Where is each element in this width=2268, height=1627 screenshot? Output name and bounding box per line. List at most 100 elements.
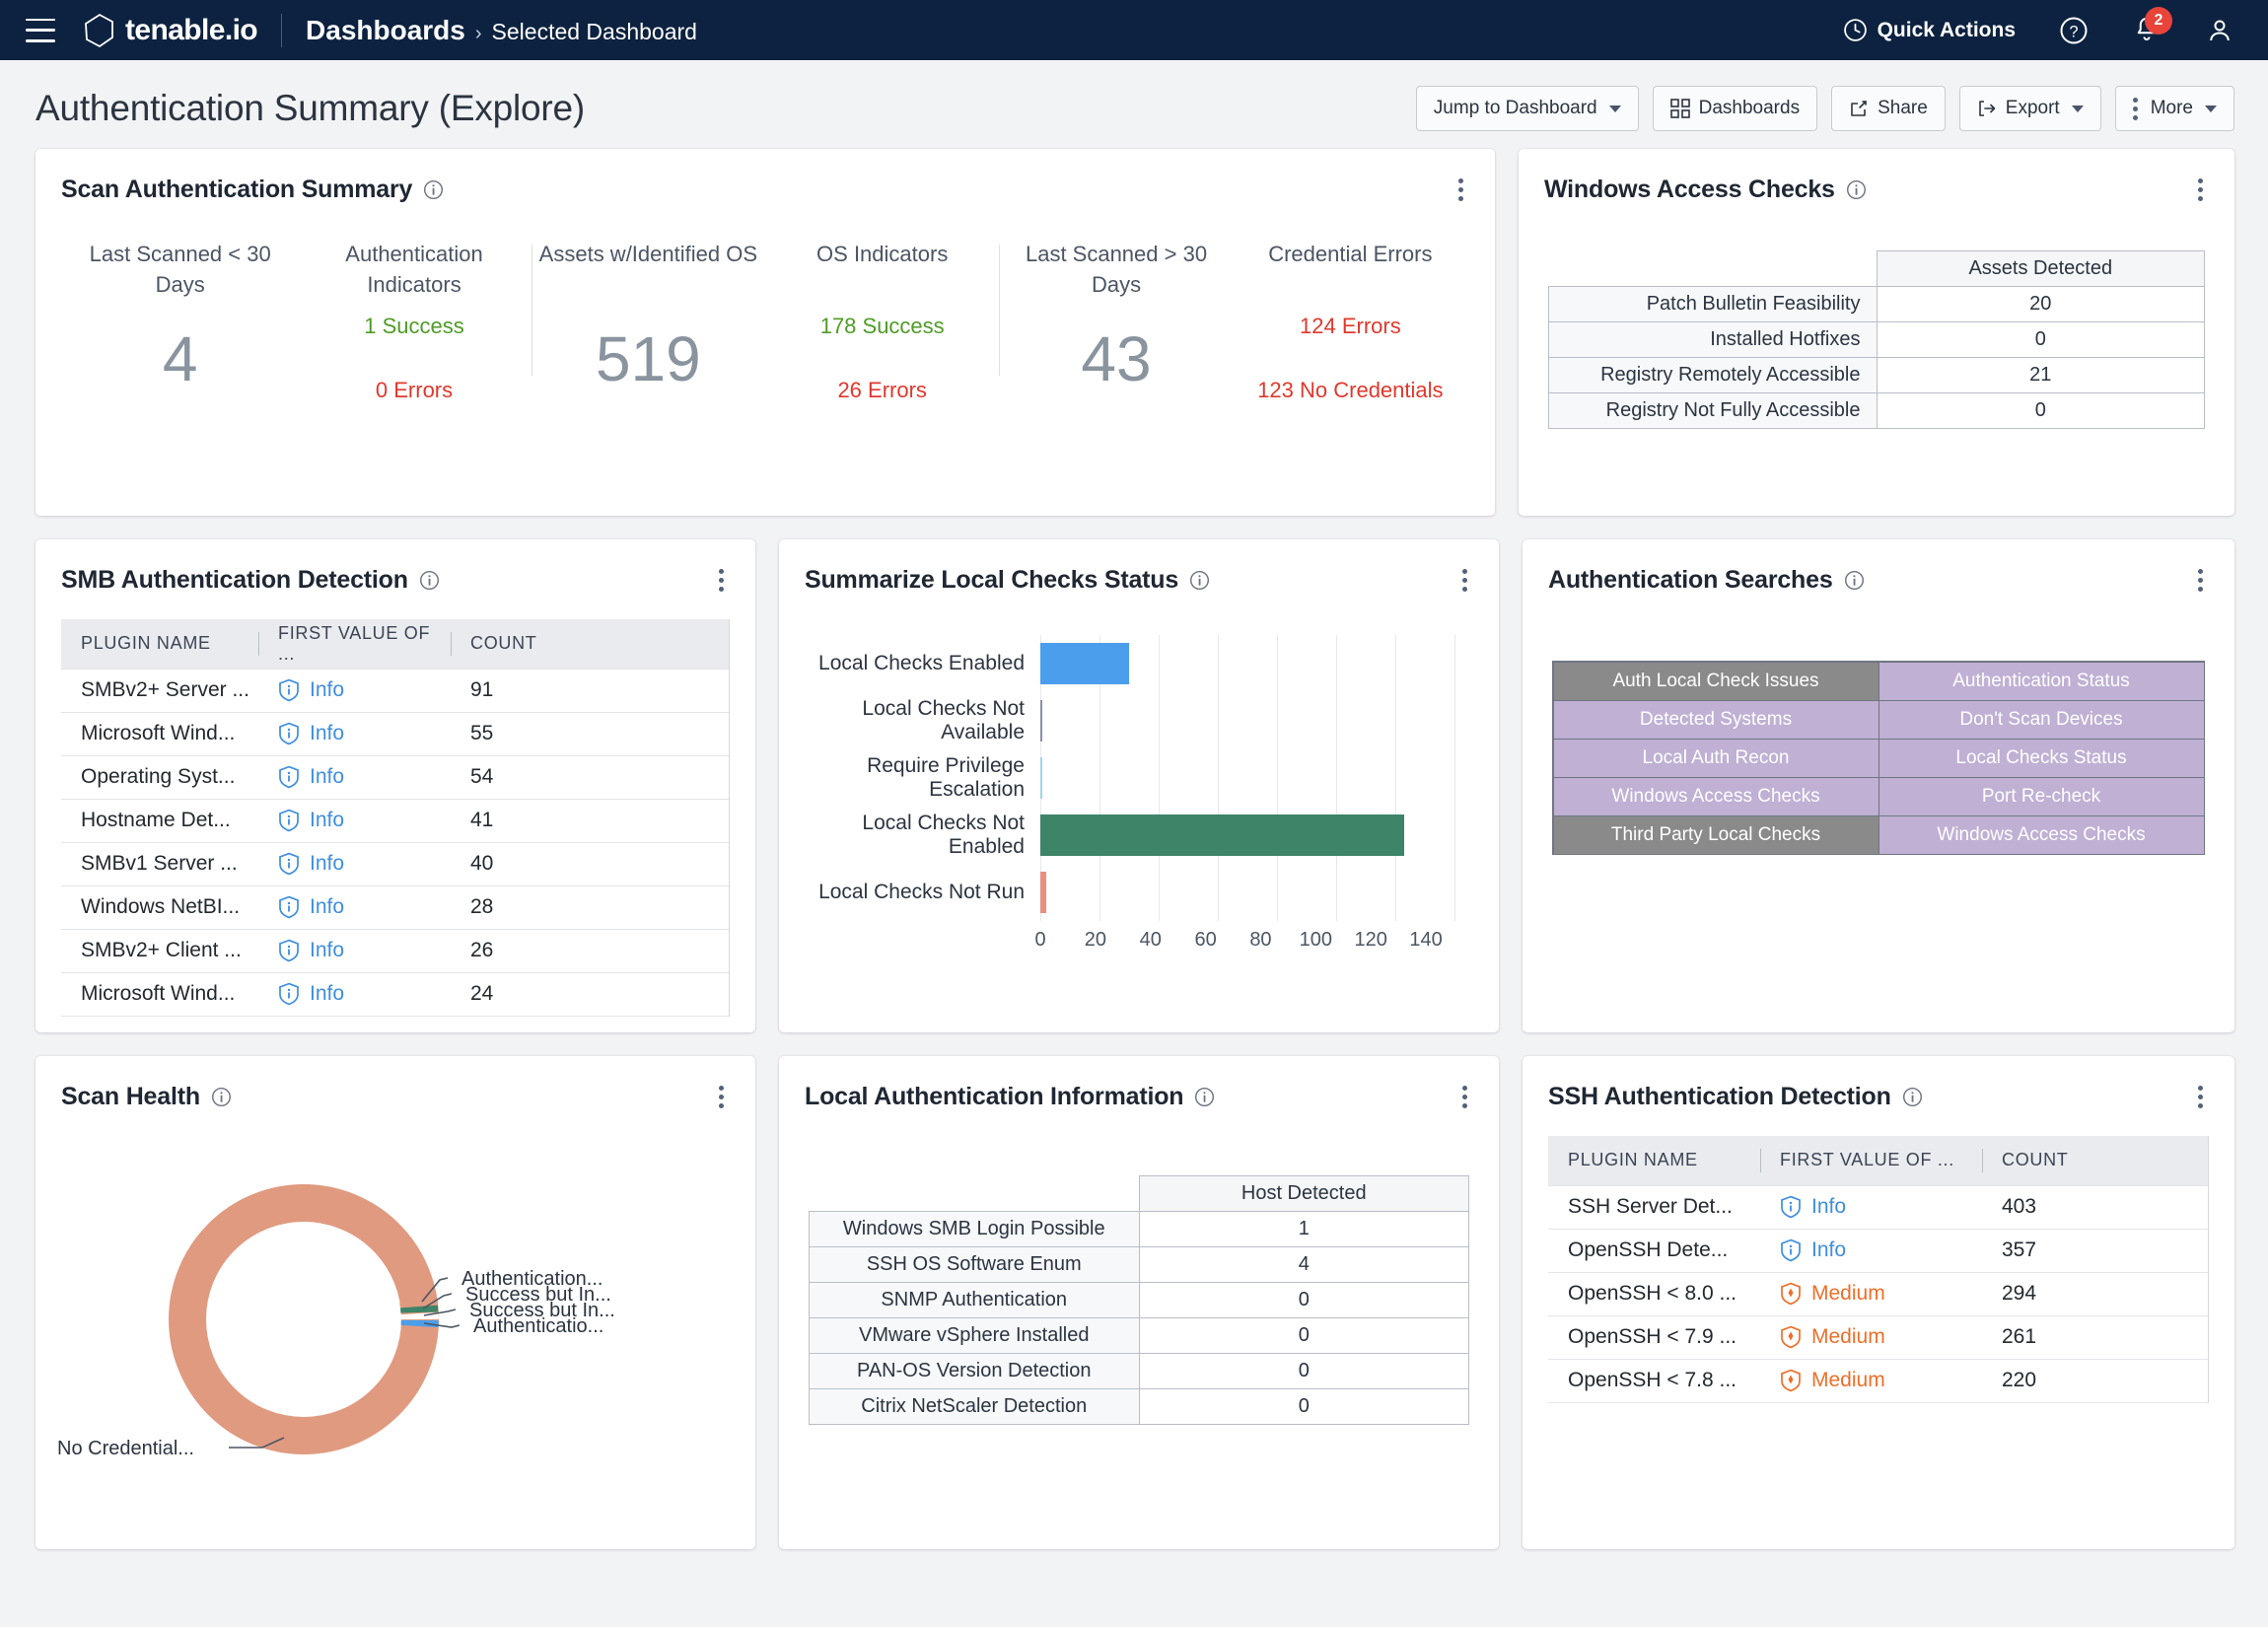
table-row[interactable]: OpenSSH < 7.9 ... Medium 261 [1548,1315,2209,1360]
kpi-group-1: Last Scanned < 30 Days 4 Authentication … [63,239,532,403]
search-tile-authentication-status[interactable]: Authentication Status [1878,661,2205,701]
table-row[interactable]: Registry Remotely Accessible 21 [1548,357,2205,393]
search-tile-third-party-local-checks[interactable]: Third Party Local Checks [1552,814,1879,855]
widget-ssh-authentication-detection: SSH Authentication Detection PLUGIN NAME [1523,1056,2234,1549]
table-row[interactable]: SMBv1 Server ... Info 40 [61,842,730,886]
chevron-down-icon [2205,105,2217,112]
table-row[interactable]: Operating Syst... Info 54 [61,755,730,800]
row-label: Windows SMB Login Possible [809,1211,1140,1247]
cell-count: 41 [451,799,730,843]
row-label: Citrix NetScaler Detection [809,1388,1140,1425]
export-button[interactable]: Export [1958,86,2101,131]
table-row[interactable]: OpenSSH Dete... Info 357 [1548,1229,2209,1273]
table-row[interactable]: Patch Bulletin Feasibility 20 [1548,286,2205,322]
search-tile-detected-systems[interactable]: Detected Systems [1552,699,1879,740]
search-tile-local-checks-status[interactable]: Local Checks Status [1878,738,2205,778]
cell-severity: Info [258,929,451,973]
breadcrumb-selected-dashboard[interactable]: Selected Dashboard [492,19,697,45]
info-icon[interactable] [423,179,444,200]
kpi-values: 124 Errors 123 No Credentials [1240,314,1461,403]
info-icon[interactable] [1189,570,1210,591]
widget-options-kebab-icon[interactable] [1453,175,1469,205]
widget-title: Local Authentication Information [805,1083,1184,1110]
info-icon[interactable] [1902,1087,1923,1107]
widget-options-kebab-icon[interactable] [2192,175,2209,205]
info-icon[interactable] [211,1087,232,1107]
table-row[interactable]: Windows NetBI... Info 28 [61,885,730,930]
cell-severity: Info [258,885,451,930]
donut-segment-no-credential[interactable] [169,1184,439,1454]
widget-local-authentication-information: Local Authentication Information Host De… [779,1056,1499,1549]
bar-require-privilege-escalation[interactable] [1040,757,1042,799]
widget-options-kebab-icon[interactable] [1456,565,1473,596]
search-tile-local-auth-recon[interactable]: Local Auth Recon [1552,738,1879,778]
bar-local-checks-not-enabled[interactable] [1040,814,1404,856]
table-row[interactable]: PAN-OS Version Detection 0 [809,1353,1469,1389]
table-row[interactable]: OpenSSH < 8.0 ... Medium 294 [1548,1272,2209,1316]
table-row[interactable]: Registry Not Fully Accessible 0 [1548,392,2205,429]
hamburger-menu-icon[interactable] [26,18,55,42]
breadcrumb-dashboards[interactable]: Dashboards [306,15,465,46]
table-row[interactable]: Hostname Det... Info 41 [61,799,730,843]
column-header-count[interactable]: COUNT [1982,1136,2209,1185]
quick-actions-button[interactable]: Quick Actions [1843,18,2016,42]
column-header-plugin-name[interactable]: PLUGIN NAME [61,619,258,669]
search-tile-auth-local-check-issues[interactable]: Auth Local Check Issues [1552,661,1879,701]
widget-title: SSH Authentication Detection [1548,1083,1891,1110]
table-head: PLUGIN NAME FIRST VALUE OF ... COUNT [61,619,730,669]
search-tile-port-re-check[interactable]: Port Re-check [1878,776,2205,816]
export-icon [1978,101,1996,116]
severity-label: Info [1811,1195,1847,1218]
cell-count: 91 [451,668,730,713]
widget-header: Scan Health [35,1056,755,1112]
row-value: 4 [1138,1246,1469,1283]
dashboards-button[interactable]: Dashboards [1652,86,1818,131]
widget-header: Summarize Local Checks Status [779,539,1499,596]
info-shield-icon [279,722,299,745]
table-row[interactable]: Installed Hotfixes 0 [1548,321,2205,358]
table-row[interactable]: SNMP Authentication 0 [809,1282,1469,1318]
widget-grid: Scan Authentication Summary Last Scanned… [0,149,2268,1549]
table-row[interactable]: OpenSSH < 7.8 ... Medium 220 [1548,1359,2209,1403]
column-header-count[interactable]: COUNT [451,619,730,669]
cell-severity: Medium [1760,1315,1982,1360]
bar-local-checks-not-available[interactable] [1040,700,1042,742]
info-icon[interactable] [1846,179,1867,200]
help-circle-icon[interactable]: ? [2059,16,2089,45]
table-row[interactable]: Microsoft Wind... Info 55 [61,712,730,756]
jump-to-dashboard-button[interactable]: Jump to Dashboard [1415,86,1639,131]
search-tile-dont-scan-devices[interactable]: Don't Scan Devices [1878,699,2205,740]
table-row[interactable]: Windows SMB Login Possible 1 [809,1211,1469,1247]
column-header-first-value-of[interactable]: FIRST VALUE OF ... [258,619,451,669]
share-button[interactable]: Share [1831,86,1946,131]
table-row[interactable]: Microsoft Wind... Info 24 [61,972,730,1017]
column-header-plugin-name[interactable]: PLUGIN NAME [1548,1136,1760,1185]
notifications-button[interactable]: 2 [2132,6,2172,46]
search-tile-windows-access-checks-2[interactable]: Windows Access Checks [1878,814,2205,855]
search-tile-windows-access-checks[interactable]: Windows Access Checks [1552,776,1879,816]
info-icon[interactable] [1194,1087,1215,1107]
table-row[interactable]: SSH Server Det... Info 403 [1548,1184,2209,1230]
info-icon[interactable] [1844,570,1865,591]
widget-options-kebab-icon[interactable] [2192,1082,2209,1112]
table-row[interactable]: Citrix NetScaler Detection 0 [809,1388,1469,1425]
table-row[interactable]: SMBv2+ Client ... Info 26 [61,929,730,973]
bar-local-checks-not-run[interactable] [1040,872,1046,913]
table-row[interactable]: SSH OS Software Enum 4 [809,1246,1469,1283]
user-avatar-icon[interactable] [2205,16,2234,45]
kpi-label: OS Indicators [816,242,949,266]
widget-options-kebab-icon[interactable] [1456,1082,1473,1112]
widget-options-kebab-icon[interactable] [713,1082,730,1112]
widget-row-3: Scan Health No Credential... Authenticat… [35,1056,2234,1549]
kpi-values: 1 Success 0 Errors [303,314,525,403]
kpi-authentication-indicators: Authentication Indicators 1 Success 0 Er… [297,239,531,403]
table-row[interactable]: VMware vSphere Installed 0 [809,1317,1469,1354]
more-button[interactable]: More [2114,86,2234,131]
brand-logo[interactable]: tenable.io [83,13,258,48]
bar-local-checks-enabled[interactable] [1040,643,1129,684]
widget-options-kebab-icon[interactable] [713,565,730,596]
table-row[interactable]: SMBv2+ Server ... Info 91 [61,668,730,713]
widget-options-kebab-icon[interactable] [2192,565,2209,596]
info-icon[interactable] [419,570,440,591]
column-header-first-value-of[interactable]: FIRST VALUE OF ... [1760,1136,1982,1185]
